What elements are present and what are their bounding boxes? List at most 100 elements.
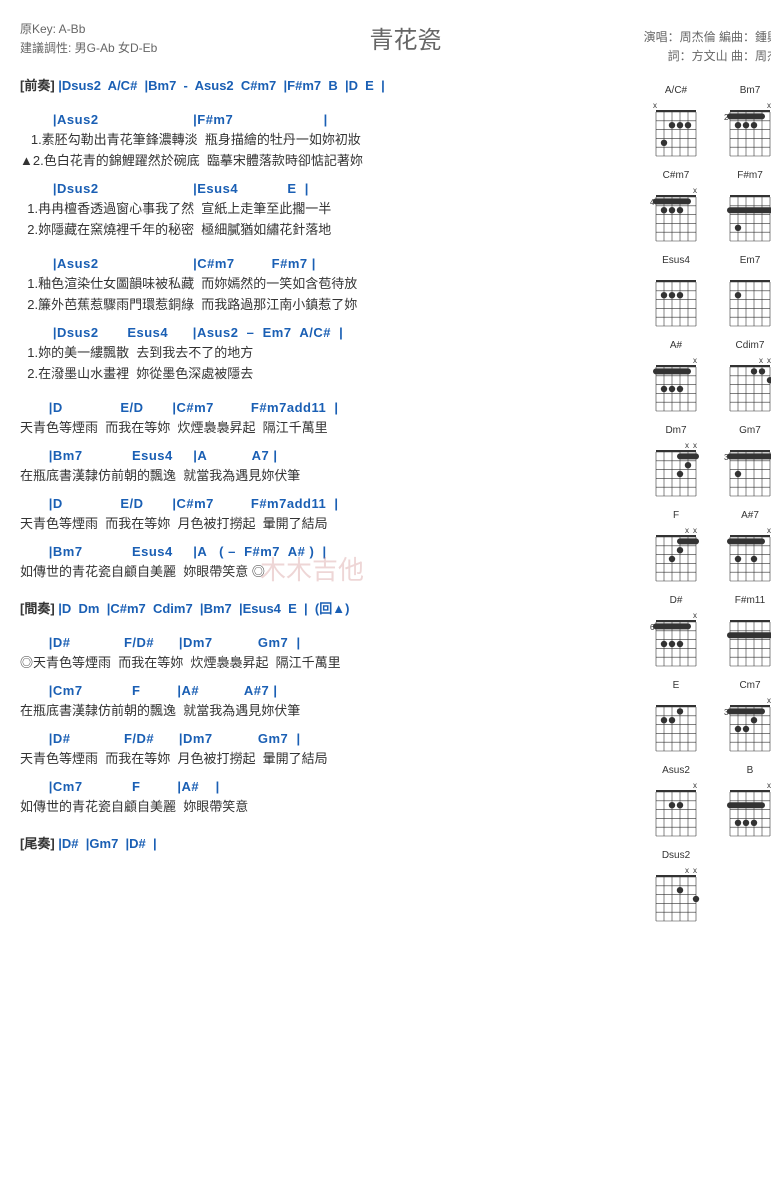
chord-diagram-name: Asus2 [641,765,711,776]
intro-line: [前奏] |Dsus2 A/C# |Bm7 - Asus2 C#m7 |F#m7… [20,75,631,94]
chord-diagram-svg [722,268,771,332]
svg-text:x: x [653,101,657,110]
svg-text:x: x [767,356,771,365]
svg-text:x: x [767,696,771,705]
chord-diagram-name: F [641,510,711,521]
svg-text:x: x [693,186,697,195]
chord-diagram: F#m11 [715,595,771,672]
chord-diagram: E [641,680,711,757]
chord-diagram-name: F#m7 [715,170,771,181]
chord-line: |Bm7 Esus4 |A A7 | [20,448,631,463]
verse-block-2: |Asus2 |C#m7 F#m7 | 1.釉色渲染仕女圖韻味被私藏 而妳嫣然的… [20,256,631,382]
chord-diagram: F#m7 [715,170,771,247]
chord-diagram-svg: x [648,353,704,417]
outro-chords: |D# |Gm7 |D# | [55,836,157,851]
chord-diagram-name: D# [641,595,711,606]
chord-diagram-name: Dm7 [641,425,711,436]
chord-diagram-name: Esus4 [641,255,711,266]
chord-diagram-svg [648,693,704,757]
chord-diagram-name: A/C# [641,85,711,96]
chord-diagram-name: Bm7 [715,85,771,96]
lyric-line: 2.簾外芭蕉惹驟雨門環惹銅綠 而我路過那江南小鎮惹了妳 [20,294,631,313]
lyric-line: 1.釉色渲染仕女圖韻味被私藏 而妳嫣然的一笑如含苞待放 [20,273,631,292]
svg-text:x: x [693,441,697,450]
svg-text:x: x [693,611,697,620]
chord-diagram: Cm73x [715,680,771,757]
lyric-line: ▲2.色白花青的錦鯉躍然於碗底 臨摹宋體落款時卻惦記著妳 [20,150,631,169]
chord-line: |Cm7 F |A# A#7 | [20,683,631,698]
chord-line: |D# F/D# |Dm7 Gm7 | [20,731,631,746]
chord-diagram-svg: xx [648,438,704,502]
chord-diagram-svg: x [722,778,771,842]
chord-diagram-svg [722,608,771,672]
outro-line: [尾奏] |D# |Gm7 |D# | [20,833,631,852]
chord-line: |Bm7 Esus4 |A ( – F#m7 A# ) | [20,544,631,559]
chord-diagram: A#7 x [715,510,771,587]
chord-diagram: Dsus2 xx [641,850,711,927]
chord-diagram-name: Cm7 [715,680,771,691]
chord-diagram: Asus2 x [641,765,711,842]
chord-diagram: Dm7 xx [641,425,711,502]
interlude-chords: |D Dm |C#m7 Cdim7 |Bm7 |Esus4 E | (回▲) [55,601,350,616]
chord-diagram-name: Em7 [715,255,771,266]
chord-line: |D E/D |C#m7 F#m7add11 | [20,496,631,511]
svg-text:x: x [685,866,689,875]
chorus-block-2: |D# F/D# |Dm7 Gm7 | ◎天青色等煙雨 而我在等妳 炊煙裊裊昇起… [20,635,631,815]
chord-diagram-svg: x [648,778,704,842]
credit-line-2: 詞：方文山 曲：周杰倫 [644,47,771,66]
chord-diagram-svg: 4x [648,183,704,247]
chord-diagram-name: E [641,680,711,691]
svg-text:x: x [685,526,689,535]
chord-diagram-svg: 2x [722,98,771,162]
chord-diagram-svg: xx [648,863,704,927]
svg-text:x: x [693,866,697,875]
chord-diagram-name: Gm7 [715,425,771,436]
chord-diagram: A/C# x [641,85,711,162]
interlude-line: [間奏] |D Dm |C#m7 Cdim7 |Bm7 |Esus4 E | (… [20,598,631,617]
meta-left: 原Key: A-Bb 建議調性: 男G-Ab 女D-Eb [20,20,157,58]
original-key: 原Key: A-Bb [20,20,157,39]
chord-line: |Asus2 |F#m7 | [20,112,631,127]
chord-diagram-svg: x [648,98,704,162]
suggested-key: 建議調性: 男G-Ab 女D-Eb [20,39,157,58]
chord-diagram-name: B [715,765,771,776]
chord-diagram: Fxx [641,510,711,587]
chorus-block-1: |D E/D |C#m7 F#m7add11 | 天青色等煙雨 而我在等妳 炊煙… [20,400,631,580]
chord-diagram: C#m7 4x [641,170,711,247]
lyric-line: 天青色等煙雨 而我在等妳 月色被打撈起 暈開了結局 [20,513,631,532]
lyric-line: 天青色等煙雨 而我在等妳 月色被打撈起 暈開了結局 [20,748,631,767]
svg-text:x: x [767,526,771,535]
chord-sheet: [前奏] |Dsus2 A/C# |Bm7 - Asus2 C#m7 |F#m7… [20,75,641,927]
chord-diagram: Bm72x [715,85,771,162]
lyric-line: 1.妳的美一縷飄散 去到我去不了的地方 [20,342,631,361]
lyric-line: 在瓶底書漢隸仿前朝的飄逸 就當我為遇見妳伏筆 [20,700,631,719]
lyric-line: 天青色等煙雨 而我在等妳 炊煙裊裊昇起 隔江千萬里 [20,417,631,436]
meta-right: 演唱：周杰倫 編曲：鍾興民 詞：方文山 曲：周杰倫 [644,28,771,66]
chord-diagram-name: A#7 [715,510,771,521]
chord-diagram: Gm73 [715,425,771,502]
lyric-line: 1.素胚勾勒出青花筆鋒濃轉淡 瓶身描繪的牡丹一如妳初妝 [20,129,631,148]
svg-text:x: x [693,781,697,790]
chord-line: |D E/D |C#m7 F#m7add11 | [20,400,631,415]
svg-text:x: x [759,356,763,365]
chord-diagram-svg: xx [648,523,704,587]
chord-line: |Dsus2 |Esus4 E | [20,181,631,196]
lyric-line: 2.在潑墨山水畫裡 妳從墨色深處被隱去 [20,363,631,382]
chord-diagram-name: Cdim7 [715,340,771,351]
chord-diagram-name: Dsus2 [641,850,711,861]
chord-diagram-panel: A/C#xBm72xC#m74xF#m7Esus4Em7A#xCdim7xxDm… [641,75,771,927]
intro-chords: |Dsus2 A/C# |Bm7 - Asus2 C#m7 |F#m7 B |D… [55,78,385,93]
lyric-line: 1.冉冉檀香透過窗心事我了然 宣紙上走筆至此擱一半 [20,198,631,217]
chord-line: |Asus2 |C#m7 F#m7 | [20,256,631,271]
interlude-label: [間奏] [20,601,55,616]
chord-diagram: Cdim7 xx [715,340,771,417]
chord-diagram-svg [648,268,704,332]
chord-diagram-name: C#m7 [641,170,711,181]
lyric-line: 如傳世的青花瓷自顧自美麗 妳眼帶笑意 [20,796,631,815]
lyric-line: 在瓶底書漢隸仿前朝的飄逸 就當我為遇見妳伏筆 [20,465,631,484]
chord-diagram: Esus4 [641,255,711,332]
chord-diagram-svg: 3 [722,438,771,502]
credit-line-1: 演唱：周杰倫 編曲：鍾興民 [644,28,771,47]
intro-label: [前奏] [20,78,55,93]
chord-diagram: Bx [715,765,771,842]
